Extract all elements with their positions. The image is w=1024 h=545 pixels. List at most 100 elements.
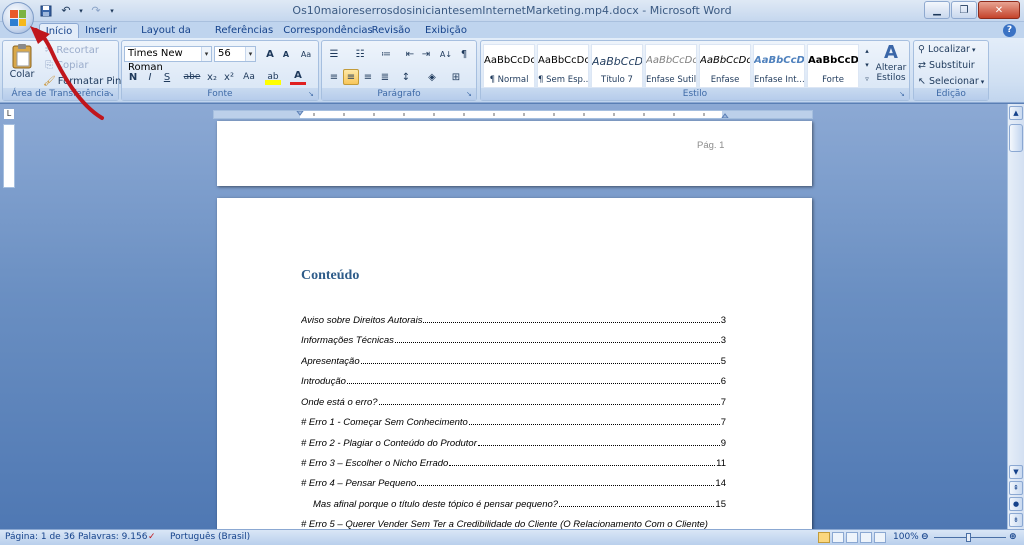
line-spacing-icon[interactable]: ↕ [398,69,414,85]
scroll-thumb[interactable] [1009,124,1023,152]
zoom-level[interactable]: 100% [893,532,919,542]
scroll-down-icon[interactable]: ▼ [1009,465,1023,479]
grow-font-button[interactable]: A [262,46,278,62]
next-page-icon[interactable]: ⇟ [1009,513,1023,527]
replace-button[interactable]: ⇄ Substituir [918,60,975,71]
toc-entry[interactable]: # Erro 4 – Pensar Pequeno 14 [301,477,726,489]
toc-entry[interactable]: # Erro 3 – Escolher o Nicho Errado 11 [301,457,726,469]
select-button[interactable]: ↖ Selecionar ▾ [918,76,984,87]
toc-entry[interactable]: Onde está o erro? 7 [301,396,726,408]
office-button[interactable] [2,2,34,34]
bold-button[interactable]: N [125,69,141,85]
browse-object-icon[interactable]: ● [1009,497,1023,511]
borders-icon[interactable]: ⊞ [448,69,464,85]
toc-entry[interactable]: Informações Técnicas 3 [301,334,726,346]
print-layout-view-icon[interactable] [818,532,830,543]
style-emphasis[interactable]: AaBbCcDc Ênfase [699,44,751,88]
full-screen-reading-view-icon[interactable] [832,532,844,543]
toc-entry[interactable]: Apresentação 5 [301,355,726,367]
zoom-slider-thumb[interactable] [966,533,971,542]
tab-inserir[interactable]: Inserir [82,23,120,38]
page-count-status[interactable]: Página: 1 de 36 [5,532,75,542]
style-normal[interactable]: AaBbCcDc ¶ Normal [483,44,535,88]
shading-icon[interactable]: ◈ [424,69,440,85]
highlight-button[interactable]: ab [265,69,281,85]
title-bar: ↶ ▾ ↷ ▾ Os10maioreserrosdosiniciantesemI… [0,0,1024,22]
help-icon[interactable]: ? [1003,24,1016,37]
toc-entry[interactable]: Introdução 6 [301,375,726,387]
find-button[interactable]: ⚲ Localizar ▾ [918,44,975,55]
style-subtle-emphasis[interactable]: AaBbCcDc Ênfase Sutil [645,44,697,88]
draft-view-icon[interactable] [874,532,886,543]
restore-button[interactable]: ❐ [951,1,977,19]
subscript-button[interactable]: x₂ [204,69,220,85]
tab-correspondencias[interactable]: Correspondências [281,23,375,38]
page-header-area[interactable]: Pág. 1 [217,121,812,186]
font-name-combo[interactable]: Times New Roman ▾ [124,46,212,73]
toc-entry[interactable]: Mas afinal porque o título deste tópico … [313,498,726,510]
tab-exibicao[interactable]: Exibição [423,23,469,38]
paste-button[interactable]: Colar [7,43,37,80]
paragraph-launcher-icon[interactable]: ↘ [466,90,474,99]
italic-button[interactable]: I [142,69,158,85]
style-strong[interactable]: AaBbCcDc Forte [807,44,859,88]
word-count-status[interactable]: Palavras: 9.156 [78,532,147,542]
justify-icon[interactable]: ≣ [377,69,393,85]
align-left-icon[interactable]: ≡ [326,69,342,85]
horizontal-ruler[interactable] [213,110,813,119]
decrease-indent-icon[interactable]: ⇤ [402,46,418,62]
tab-inicio[interactable]: Início [39,23,79,38]
underline-button[interactable]: S [159,69,175,85]
tab-revisao[interactable]: Revisão [371,23,411,38]
style-no-spacing[interactable]: AaBbCcDc ¶ Sem Esp... [537,44,589,88]
language-status[interactable]: Português (Brasil) [170,532,250,542]
sort-icon[interactable]: A↓ [438,46,454,62]
close-button[interactable]: ✕ [978,1,1020,19]
style-heading-7[interactable]: AaBbCcD Título 7 [591,44,643,88]
align-center-icon[interactable]: ≡ [343,69,359,85]
scissors-icon: ✂ [45,45,54,56]
toc-entry[interactable]: # Erro 2 - Plagiar o Conteúdo do Produto… [301,437,726,449]
web-layout-view-icon[interactable] [846,532,858,543]
change-case-button[interactable]: Aa [241,69,257,85]
styles-scroll[interactable]: ▴ ▾ ▿ [862,44,872,86]
bullets-icon[interactable]: ☰ [326,46,342,62]
increase-indent-icon[interactable]: ⇥ [418,46,434,62]
copy-button[interactable]: ⎘ Copiar [45,60,88,71]
proofing-icon[interactable]: ✓ [148,532,156,542]
toc-page-number: 7 [720,397,726,408]
clipboard-launcher-icon[interactable]: ↘ [108,90,116,99]
zoom-out-icon[interactable]: ⊖ [921,532,929,542]
multilevel-list-icon[interactable]: ≔ [378,46,394,62]
minimize-button[interactable]: ▁ [924,1,950,19]
tab-layout-da-pagina[interactable]: Layout da Página [126,23,206,51]
style-intense-emphasis[interactable]: AaBbCcDc Ênfase Int... [753,44,805,88]
shrink-font-button[interactable]: A [278,46,294,62]
toc-entry[interactable]: # Erro 1 - Começar Sem Conhecimento 7 [301,416,726,428]
zoom-in-icon[interactable]: ⊕ [1009,532,1017,542]
superscript-button[interactable]: x² [221,69,237,85]
vertical-scrollbar[interactable]: ▲ ▼ ⇞ ● ⇟ [1007,104,1024,529]
toc-entry-text: Informações Técnicas [301,335,394,346]
toc-title: Conteúdo [301,268,360,283]
previous-page-icon[interactable]: ⇞ [1009,481,1023,495]
styles-launcher-icon[interactable]: ↘ [899,90,907,99]
style-name: Ênfase Int... [754,75,804,85]
pilcrow-icon[interactable]: ¶ [456,46,472,62]
toc-entry[interactable]: Aviso sobre Direitos Autorais 3 [301,314,726,326]
strikethrough-button[interactable]: abe [184,69,201,85]
font-size-combo[interactable]: 56 ▾ [214,46,256,62]
clear-formatting-button[interactable]: Aa [298,46,314,62]
tab-selector-icon[interactable]: L [3,108,15,120]
numbering-icon[interactable]: ☷ [352,46,368,62]
cut-button[interactable]: ✂ Recortar [45,45,99,56]
style-sample: AaBbCcDc [484,55,534,66]
change-styles-button[interactable]: A Alterar Estilos [873,43,909,84]
font-color-button[interactable]: A [290,69,306,85]
font-launcher-icon[interactable]: ↘ [308,90,316,99]
align-right-icon[interactable]: ≡ [360,69,376,85]
vertical-ruler[interactable] [3,124,15,188]
outline-view-icon[interactable] [860,532,872,543]
scroll-up-icon[interactable]: ▲ [1009,106,1023,120]
tab-referencias[interactable]: Referências [213,23,275,38]
